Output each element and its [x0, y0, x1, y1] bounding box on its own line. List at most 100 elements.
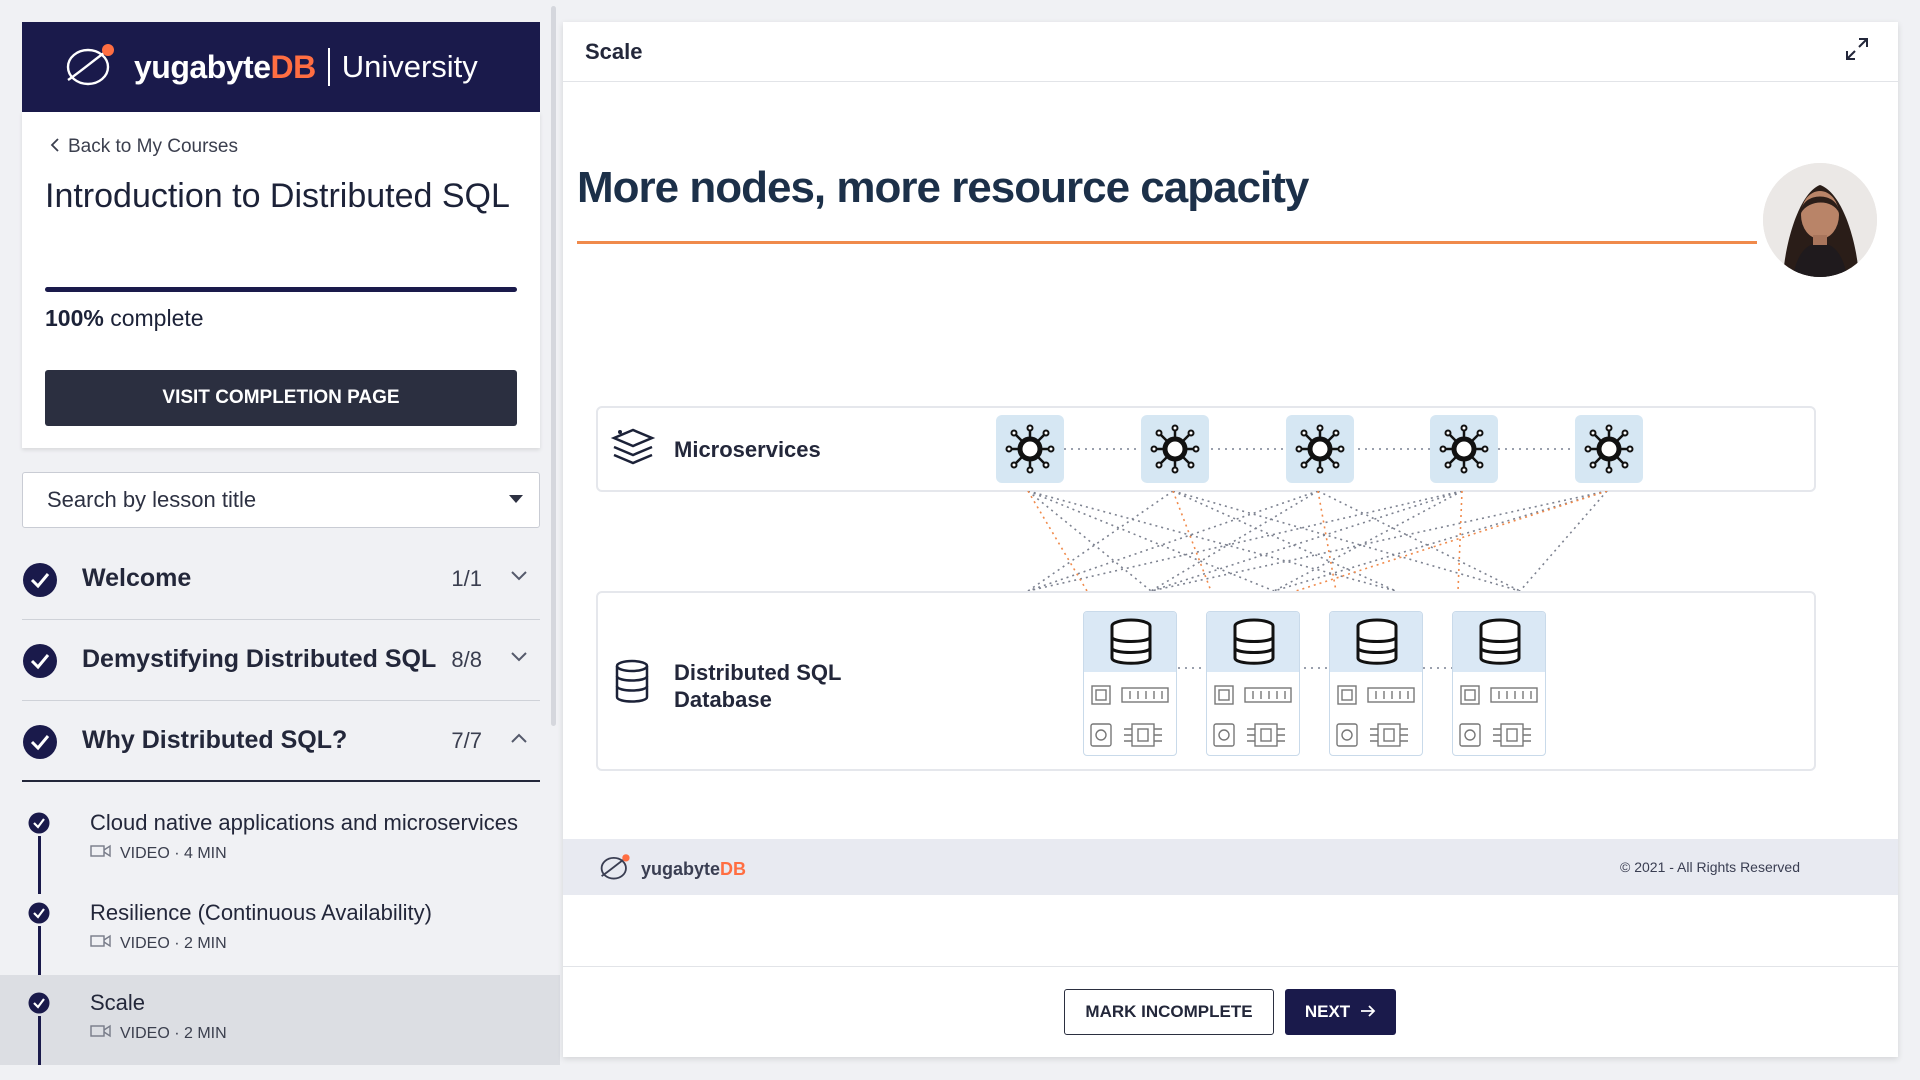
- back-to-courses-link[interactable]: Back to My Courses: [50, 136, 238, 158]
- video-camera-icon: [90, 844, 112, 863]
- lesson-name: Scale: [585, 39, 643, 64]
- hardware-resources-icon: [1459, 685, 1538, 747]
- microservices-tier: Microservices: [596, 406, 1816, 492]
- tier-connections: [1027, 491, 1608, 592]
- lesson-meta-text: VIDEO · 4 MIN: [120, 844, 227, 862]
- microservice-node: [996, 415, 1064, 483]
- section-demystifying[interactable]: Demystifying Distributed SQL 8/8: [22, 621, 540, 701]
- lesson-navigation: MARK INCOMPLETE NEXT: [563, 966, 1898, 1057]
- lesson-item[interactable]: Cloud native applications and microservi…: [0, 800, 560, 894]
- lesson-item[interactable]: Resilience (Continuous Availability) VID…: [0, 890, 560, 984]
- slide-heading: More nodes, more resource capacity: [577, 163, 1309, 212]
- lesson-item-active[interactable]: Scale VIDEO · 2 MIN: [0, 975, 560, 1065]
- slide-footer-brand: yugabyteDB: [599, 853, 746, 886]
- course-sidebar: yugabyteDB University Back to My Courses…: [0, 0, 560, 1080]
- microservice-gear-icon: [1439, 424, 1489, 474]
- check-circle-icon: [22, 724, 58, 765]
- microservice-node: [1286, 415, 1354, 483]
- visit-completion-page-button[interactable]: VISIT COMPLETION PAGE: [45, 370, 517, 426]
- brand-header: yugabyteDB University: [22, 22, 540, 112]
- lesson-meta: VIDEO · 2 MIN: [90, 934, 227, 953]
- video-camera-icon: [90, 934, 112, 953]
- section-welcome[interactable]: Welcome 1/1: [22, 540, 540, 620]
- section-title: Welcome: [82, 564, 192, 592]
- progress-bar: [45, 287, 517, 292]
- database-node-header: [1453, 612, 1545, 672]
- lesson-panel: Scale More nodes, more resource capacity: [563, 22, 1898, 1057]
- section-count: 1/1: [451, 566, 482, 591]
- check-circle-icon: [22, 562, 58, 603]
- chevron-down-icon: [510, 650, 528, 668]
- section-title: Demystifying Distributed SQL: [82, 645, 437, 673]
- database-node-header: [1330, 612, 1422, 672]
- presenter-avatar: [1763, 163, 1877, 277]
- section-why-distributed-sql[interactable]: Why Distributed SQL? 7/7: [22, 702, 540, 782]
- search-select-value: Search by lesson title: [47, 487, 257, 512]
- microservice-gear-icon: [1584, 424, 1634, 474]
- microservice-node: [1141, 415, 1209, 483]
- microservice-gear-icon: [1005, 424, 1055, 474]
- hardware-resources-icon: [1336, 685, 1415, 747]
- microservice-gear-icon: [1295, 424, 1345, 474]
- footer-wordmark: yugabyteDB: [641, 859, 747, 879]
- progress-text: 100% complete: [45, 305, 204, 332]
- database-cylinder-icon: [1233, 618, 1275, 665]
- section-title: Why Distributed SQL?: [82, 726, 348, 754]
- video-slide[interactable]: More nodes, more resource capacity Micro…: [563, 83, 1898, 895]
- database-cylinder-icon: [1356, 618, 1398, 665]
- mark-incomplete-button[interactable]: MARK INCOMPLETE: [1064, 989, 1274, 1035]
- slide-footer: yugabyteDB © 2021 - All Rights Reserved: [563, 839, 1898, 895]
- database-node: [1206, 611, 1300, 756]
- lesson-meta-text: VIDEO · 2 MIN: [120, 1024, 227, 1042]
- database-node: [1083, 611, 1177, 756]
- brand-divider: [327, 48, 330, 86]
- check-circle-icon: [22, 643, 58, 684]
- lesson-meta-text: VIDEO · 2 MIN: [120, 934, 227, 952]
- microservice-gear-icon: [1150, 424, 1200, 474]
- lesson-search-select[interactable]: Search by lesson title: [22, 472, 540, 528]
- lesson-meta: VIDEO · 2 MIN: [90, 1024, 227, 1043]
- video-camera-icon: [90, 1024, 112, 1043]
- hardware-resources-icon: [1213, 685, 1292, 747]
- brand-wordmark: yugabyteDB: [134, 48, 316, 85]
- yugabyte-logo-icon: [599, 853, 631, 886]
- sidebar-scrollbar[interactable]: [551, 6, 556, 726]
- course-title: Introduction to Distributed SQL: [45, 177, 510, 215]
- timeline-connector: [38, 1016, 41, 1065]
- next-button[interactable]: NEXT: [1285, 989, 1396, 1035]
- database-node-header: [1207, 612, 1299, 672]
- yugabyte-logo-icon: [64, 42, 116, 93]
- caret-down-icon: [509, 495, 523, 503]
- next-button-label: NEXT: [1304, 1002, 1351, 1021]
- hardware-resources-icon: [1090, 685, 1169, 747]
- database-cylinder-icon: [1479, 618, 1521, 665]
- microservice-node: [1430, 415, 1498, 483]
- database-cylinder-icon: [1110, 618, 1152, 665]
- database-node-header: [1084, 612, 1176, 672]
- check-circle-icon: [28, 812, 50, 839]
- chevron-left-icon: [50, 136, 60, 158]
- back-link-label: Back to My Courses: [68, 136, 238, 157]
- lesson-title: Resilience (Continuous Availability): [90, 900, 432, 925]
- slide-heading-rule: [577, 241, 1757, 244]
- microservice-node: [1575, 415, 1643, 483]
- lesson-title: Cloud native applications and microservi…: [90, 810, 518, 835]
- arrow-right-icon: [1360, 1002, 1376, 1022]
- lesson-header: Scale: [563, 22, 1898, 82]
- progress-percent: 100%: [45, 305, 104, 331]
- progress-label: complete: [110, 305, 204, 331]
- database-node: [1329, 611, 1423, 756]
- check-circle-icon: [28, 902, 50, 929]
- expand-icon[interactable]: [1844, 36, 1870, 67]
- lesson-meta: VIDEO · 4 MIN: [90, 844, 227, 863]
- check-circle-icon: [28, 992, 50, 1019]
- lesson-title: Scale: [90, 990, 146, 1015]
- chevron-up-icon: [510, 731, 528, 749]
- copyright-text: © 2021 - All Rights Reserved: [1620, 859, 1800, 875]
- timeline-connector: [38, 836, 41, 894]
- chevron-down-icon: [510, 569, 528, 587]
- section-count: 7/7: [451, 728, 482, 753]
- database-tier: Distributed SQL Database: [596, 591, 1816, 771]
- brand-suffix: University: [341, 49, 478, 84]
- course-card: Back to My Courses Introduction to Distr…: [22, 112, 540, 448]
